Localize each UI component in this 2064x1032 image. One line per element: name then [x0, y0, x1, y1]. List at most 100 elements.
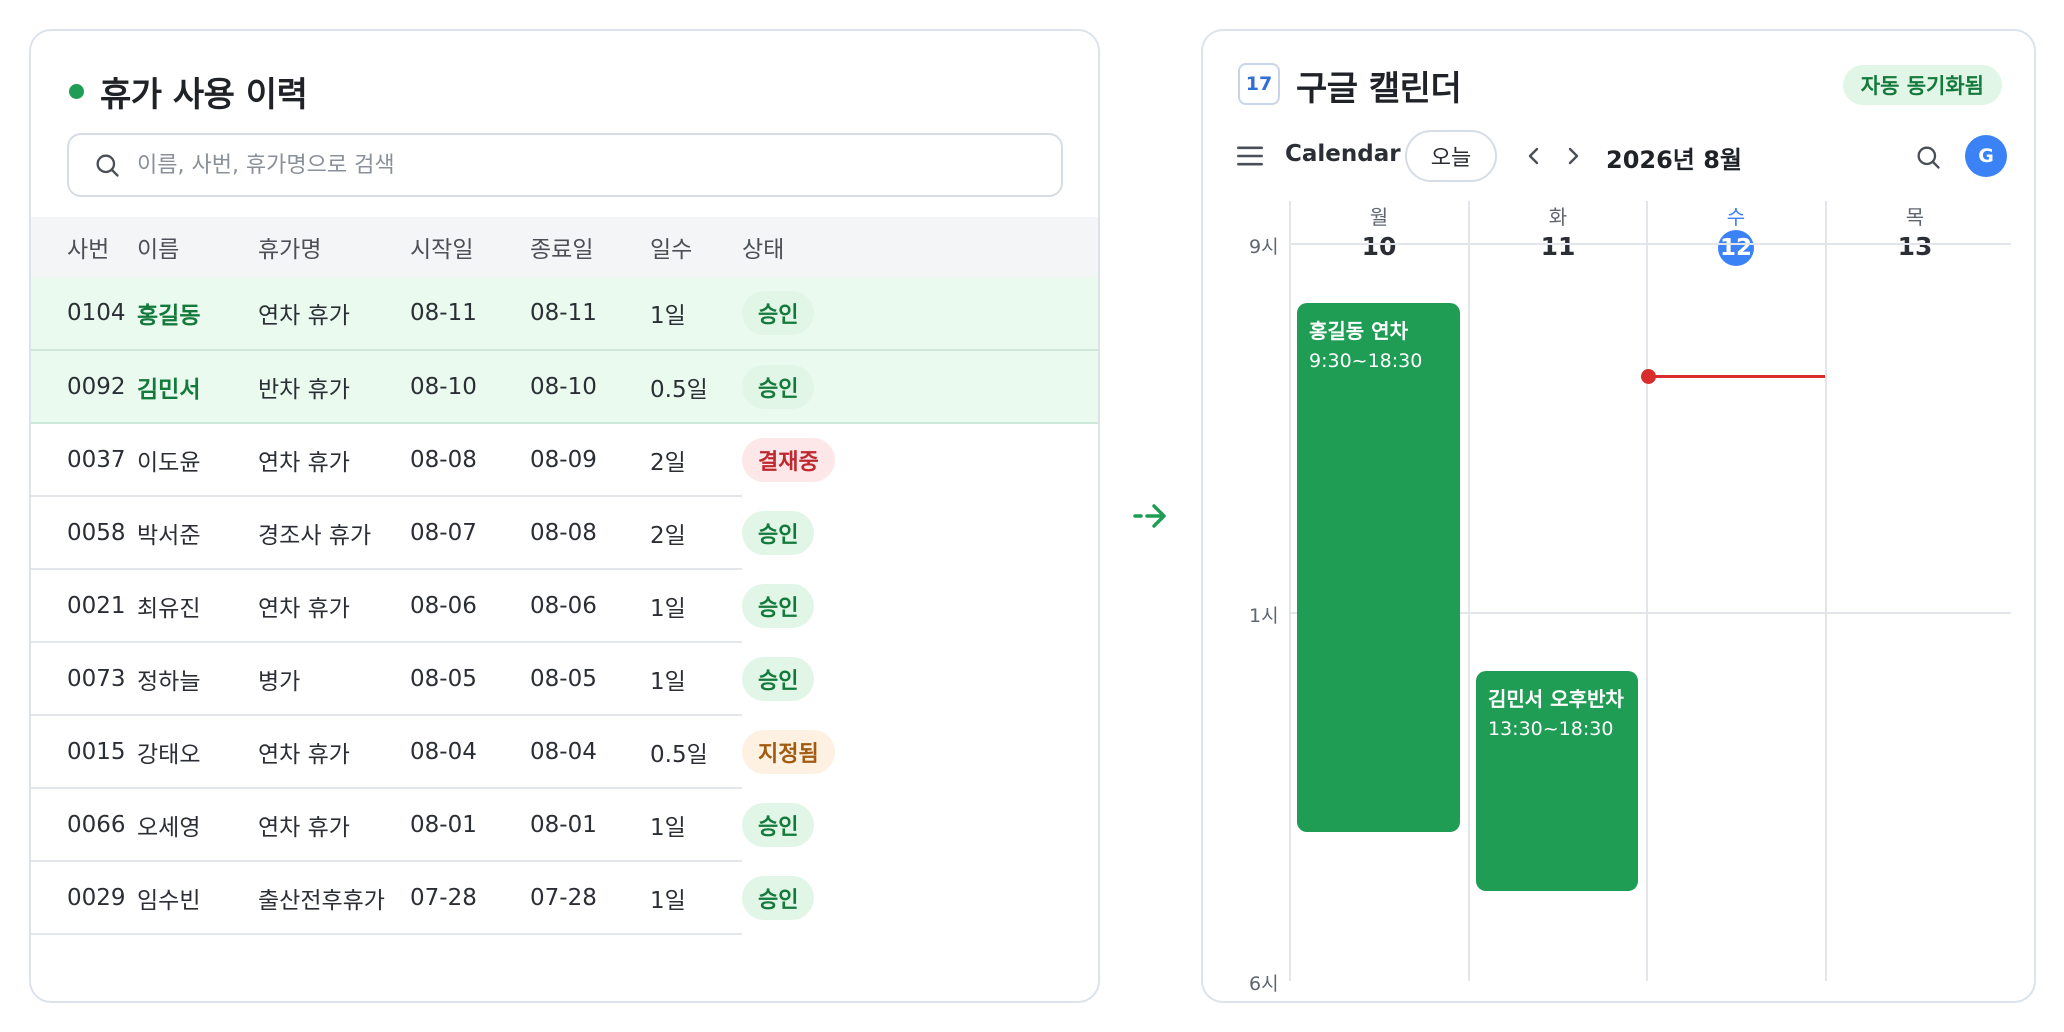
cell-name: 박서준: [137, 496, 258, 570]
table-row[interactable]: 0058 박서준 경조사 휴가 08-07 08-08 2일 승인: [31, 496, 1098, 570]
cell-status: 승인: [742, 350, 1098, 424]
cell-days: 0.5일: [650, 350, 742, 424]
cell-type: 연차 휴가: [258, 423, 410, 497]
current-time-dot: [1641, 369, 1656, 384]
table-row[interactable]: 0066 오세영 연차 휴가 08-01 08-01 1일 승인: [31, 788, 1098, 862]
day-number: 13: [1897, 232, 1933, 261]
day-number-today: 12: [1718, 230, 1754, 266]
cell-start: 08-05: [410, 642, 530, 716]
day-name: 화: [1548, 205, 1568, 229]
chevron-left-icon[interactable]: [1522, 144, 1546, 168]
cell-status: 승인: [742, 642, 1098, 715]
cell-start: 08-01: [410, 788, 530, 862]
day-divider: [1825, 201, 1827, 981]
table-row[interactable]: 0021 최유진 연차 휴가 08-06 08-06 1일 승인: [31, 569, 1098, 643]
event-time: 13:30~18:30: [1488, 718, 1614, 740]
day-header-wed-today[interactable]: 수 12: [1647, 201, 1825, 266]
cell-days: 1일: [650, 569, 742, 643]
cell-days: 1일: [650, 642, 742, 716]
cell-id: 0073: [31, 642, 137, 716]
cell-status: 승인: [742, 569, 1098, 642]
day-divider: [1468, 201, 1470, 981]
cell-days: 2일: [650, 496, 742, 570]
cell-status: 승인: [742, 861, 1098, 934]
day-divider: [1646, 201, 1648, 981]
calendar-event[interactable]: 김민서 오후반차 13:30~18:30: [1476, 671, 1638, 891]
day-number: 11: [1540, 232, 1576, 261]
leave-history-title: 휴가 사용 이력: [100, 75, 308, 115]
cell-id: 0104: [31, 277, 137, 351]
cell-type: 경조사 휴가: [258, 496, 410, 570]
cell-end: 07-28: [530, 861, 650, 935]
cell-end: 08-05: [530, 642, 650, 716]
cell-status: 지정됨: [742, 715, 1098, 788]
column-header-type[interactable]: 휴가명: [258, 217, 410, 277]
google-calendar-panel: 17 구글 캘린더 자동 동기화됨 Calendar 오늘 2026년 8월 G…: [1201, 29, 2036, 1003]
cell-start: 08-07: [410, 496, 530, 570]
current-time-line: [1647, 375, 1825, 378]
table-header-row: 사번 이름 휴가명 시작일 종료일 일수 상태: [31, 217, 1098, 277]
table-row[interactable]: 0037 이도윤 연차 휴가 08-08 08-09 2일 결재중: [31, 423, 1098, 497]
column-header-start[interactable]: 시작일: [410, 217, 530, 277]
cell-end: 08-01: [530, 788, 650, 862]
column-header-name[interactable]: 이름: [137, 217, 258, 277]
status-badge: 승인: [742, 364, 815, 409]
search-icon: [96, 154, 119, 177]
leave-search-box[interactable]: [67, 133, 1063, 197]
cell-name: 이도윤: [137, 423, 258, 497]
calendar-logo-icon: 17: [1238, 63, 1280, 105]
cell-start: 08-08: [410, 423, 530, 497]
cell-start: 08-11: [410, 277, 530, 351]
column-header-status[interactable]: 상태: [742, 217, 1098, 277]
day-header-mon[interactable]: 월 10: [1290, 201, 1468, 261]
cell-type: 병가: [258, 642, 410, 716]
day-header-thu[interactable]: 목 13: [1826, 201, 2004, 261]
leave-history-panel: 휴가 사용 이력 사번 이름 휴가명 시작일 종료일 일수 상태 0104 홍길…: [29, 29, 1100, 1003]
column-header-id[interactable]: 사번: [31, 217, 137, 277]
cell-name: 오세영: [137, 788, 258, 862]
day-divider: [1289, 201, 1291, 981]
day-header-tue[interactable]: 화 11: [1469, 201, 1647, 261]
cell-type: 연차 휴가: [258, 277, 410, 351]
column-header-end[interactable]: 종료일: [530, 217, 650, 277]
cell-id: 0092: [31, 350, 137, 424]
event-title: 홍길동 연차: [1309, 319, 1408, 343]
cell-start: 08-06: [410, 569, 530, 643]
calendar-title: 구글 캘린더: [1296, 69, 1462, 109]
column-header-days[interactable]: 일수: [650, 217, 742, 277]
cell-days: 1일: [650, 788, 742, 862]
calendar-event[interactable]: 홍길동 연차 9:30~18:30: [1297, 303, 1460, 832]
cell-start: 08-04: [410, 715, 530, 789]
sync-arrow-icon: [1133, 504, 1166, 528]
cell-name: 강태오: [137, 715, 258, 789]
today-button[interactable]: 오늘: [1405, 130, 1497, 182]
table-row[interactable]: 0104 홍길동 연차 휴가 08-11 08-11 1일 승인: [31, 277, 1098, 351]
chevron-right-icon[interactable]: [1561, 144, 1585, 168]
search-icon[interactable]: [1914, 143, 1942, 171]
cell-type: 연차 휴가: [258, 788, 410, 862]
avatar[interactable]: G: [1965, 135, 2007, 177]
time-label: 1시: [1249, 605, 1279, 627]
cell-days: 2일: [650, 423, 742, 497]
cell-id: 0021: [31, 569, 137, 643]
status-badge: 승인: [742, 656, 815, 701]
leave-search-input[interactable]: [137, 152, 1037, 178]
table-row[interactable]: 0073 정하늘 병가 08-05 08-05 1일 승인: [31, 642, 1098, 716]
calendar-toolbar: Calendar 오늘 2026년 8월 G: [1236, 130, 2008, 182]
table-row[interactable]: 0092 김민서 반차 휴가 08-10 08-10 0.5일 승인: [31, 350, 1098, 424]
table-row[interactable]: 0029 임수빈 출산전후휴가 07-28 07-28 1일 승인: [31, 861, 1098, 935]
cell-name: 최유진: [137, 569, 258, 643]
table-row[interactable]: 0015 강태오 연차 휴가 08-04 08-04 0.5일 지정됨: [31, 715, 1098, 789]
cell-days: 1일: [650, 861, 742, 935]
status-badge: 승인: [742, 875, 815, 920]
time-label: 9시: [1249, 236, 1279, 258]
sync-status-badge: 자동 동기화됨: [1842, 65, 2002, 105]
cell-id: 0015: [31, 715, 137, 789]
cell-status: 승인: [742, 277, 1098, 351]
status-badge: 결재중: [742, 437, 835, 482]
menu-icon[interactable]: [1236, 142, 1264, 170]
day-name: 목: [1905, 205, 1925, 229]
hour-line: [1289, 243, 2011, 245]
status-dot-icon: [69, 84, 84, 99]
event-time: 9:30~18:30: [1309, 350, 1423, 372]
